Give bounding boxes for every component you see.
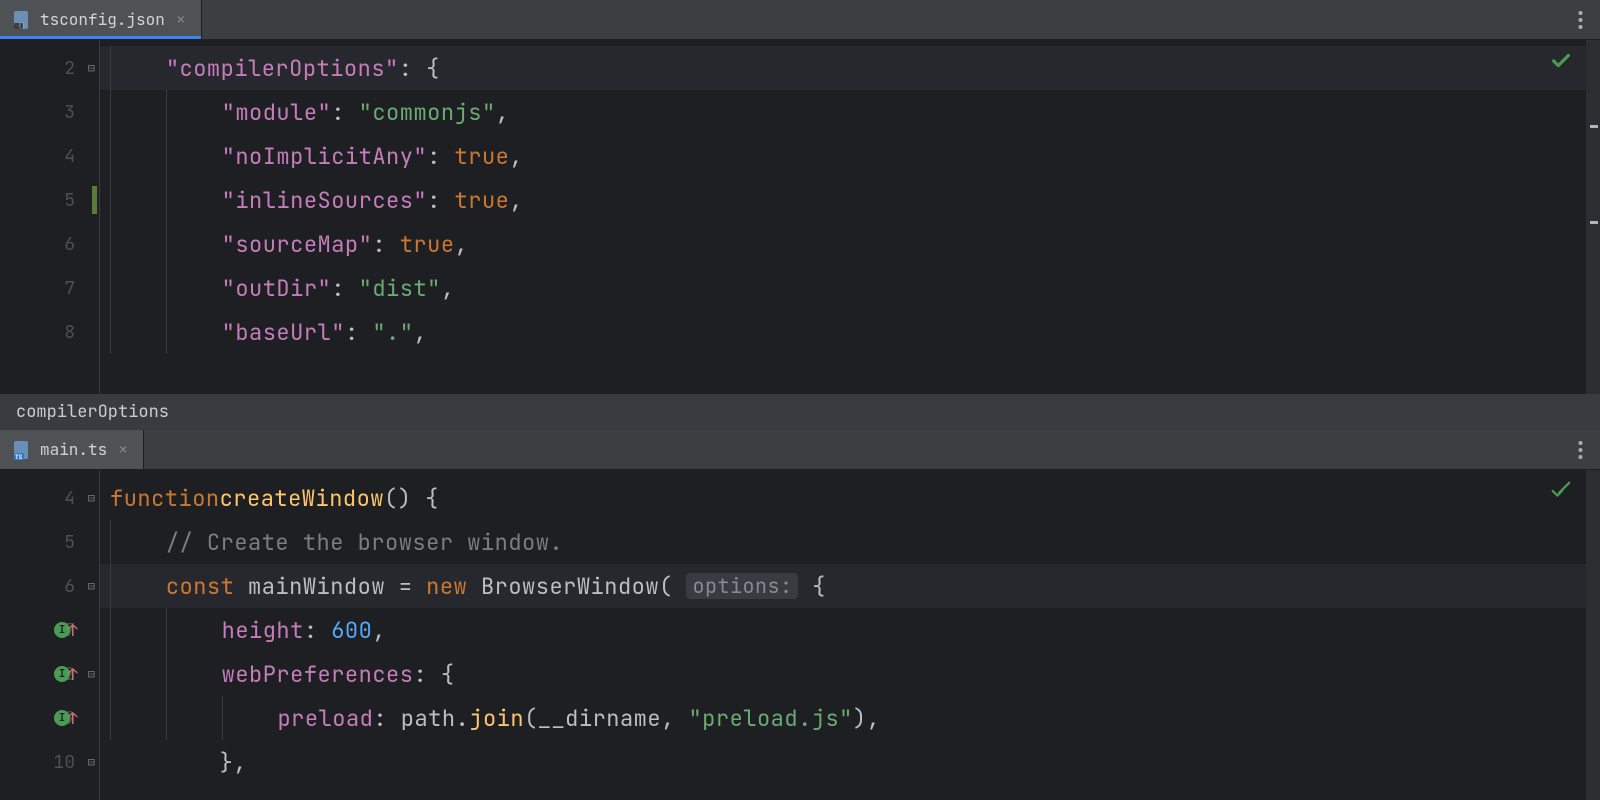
fold-collapse-icon[interactable]: ⊟ — [88, 490, 95, 506]
typescript-file-icon: TS — [12, 440, 32, 460]
code-line[interactable]: preload: path.join(__dirname, "preload.j… — [100, 696, 1586, 740]
line-number[interactable]: 7I↑ — [0, 608, 99, 652]
tab-main-ts[interactable]: TS main.ts ✕ — [0, 430, 144, 469]
tab-options-menu[interactable] — [1560, 430, 1600, 469]
line-number[interactable]: 3 — [0, 90, 99, 134]
top-tab-bar: {} tsconfig.json ✕ — [0, 0, 1600, 40]
breadcrumb-item[interactable]: compilerOptions — [16, 401, 169, 423]
bottom-error-stripe[interactable] — [1586, 470, 1600, 800]
bottom-editor[interactable]: 4⊟56⊟7I↑8I↑⊟9I↑10⊟ functioncreateWindow(… — [0, 470, 1600, 800]
code-line[interactable]: // Create the browser window. — [100, 520, 1586, 564]
implements-marker-icon[interactable]: I↑ — [54, 708, 78, 729]
bottom-tab-bar: TS main.ts ✕ — [0, 430, 1600, 470]
top-error-stripe[interactable] — [1586, 40, 1600, 394]
close-icon[interactable]: ✕ — [173, 12, 189, 28]
tab-label: main.ts — [40, 439, 107, 460]
line-number[interactable]: 9I↑ — [0, 696, 99, 740]
line-number[interactable]: 10⊟ — [0, 740, 99, 784]
code-line[interactable]: functioncreateWindow() { — [100, 476, 1586, 520]
code-line[interactable]: height: 600, — [100, 608, 1586, 652]
line-number[interactable]: 8 — [0, 310, 99, 354]
line-number[interactable]: 4⊟ — [0, 476, 99, 520]
code-line[interactable]: }, — [100, 740, 1586, 784]
code-line[interactable]: "baseUrl": ".", — [100, 310, 1586, 354]
bottom-gutter: 4⊟56⊟7I↑8I↑⊟9I↑10⊟ — [0, 470, 100, 800]
tab-label: tsconfig.json — [40, 9, 165, 30]
inspection-ok-icon[interactable] — [1550, 50, 1572, 79]
line-number[interactable]: 2⊟ — [0, 46, 99, 90]
svg-text:{}: {} — [18, 22, 26, 30]
line-number[interactable]: 7 — [0, 266, 99, 310]
code-line[interactable]: webPreferences: { — [100, 652, 1586, 696]
stripe-marker[interactable] — [1590, 125, 1598, 128]
inspection-ok-outline-icon[interactable] — [1550, 480, 1572, 509]
fold-expand-icon[interactable]: ⊟ — [88, 754, 95, 770]
code-line[interactable]: "sourceMap": true, — [100, 222, 1586, 266]
tab-tsconfig[interactable]: {} tsconfig.json ✕ — [0, 0, 202, 39]
code-line[interactable]: "module": "commonjs", — [100, 90, 1586, 134]
tab-options-menu[interactable] — [1560, 0, 1600, 39]
implements-marker-icon[interactable]: I↑ — [54, 620, 78, 641]
stripe-marker[interactable] — [1590, 221, 1598, 224]
line-number[interactable]: 8I↑⊟ — [0, 652, 99, 696]
line-number[interactable]: 6 — [0, 222, 99, 266]
code-line[interactable]: "inlineSources": true, — [100, 178, 1586, 222]
line-number[interactable]: 5 — [0, 520, 99, 564]
breadcrumb[interactable]: compilerOptions — [0, 394, 1600, 430]
top-code-area[interactable]: "compilerOptions": { "module": "commonjs… — [100, 40, 1586, 394]
svg-text:TS: TS — [15, 453, 23, 460]
top-editor[interactable]: 2⊟345678 "compilerOptions": { "module": … — [0, 40, 1600, 394]
code-line[interactable]: "noImplicitAny": true, — [100, 134, 1586, 178]
code-line[interactable]: "outDir": "dist", — [100, 266, 1586, 310]
code-line[interactable]: "compilerOptions": { — [100, 46, 1586, 90]
line-number[interactable]: 5 — [0, 178, 99, 222]
top-gutter: 2⊟345678 — [0, 40, 100, 394]
close-icon[interactable]: ✕ — [115, 442, 131, 458]
line-number[interactable]: 4 — [0, 134, 99, 178]
fold-collapse-icon[interactable]: ⊟ — [88, 60, 95, 76]
fold-collapse-icon[interactable]: ⊟ — [88, 666, 95, 682]
fold-collapse-icon[interactable]: ⊟ — [88, 578, 95, 594]
implements-marker-icon[interactable]: I↑ — [54, 664, 78, 685]
code-line[interactable]: const mainWindow = new BrowserWindow( op… — [100, 564, 1586, 608]
json-file-icon: {} — [12, 10, 32, 30]
bottom-code-area[interactable]: functioncreateWindow() { // Create the b… — [100, 470, 1586, 800]
line-number[interactable]: 6⊟ — [0, 564, 99, 608]
